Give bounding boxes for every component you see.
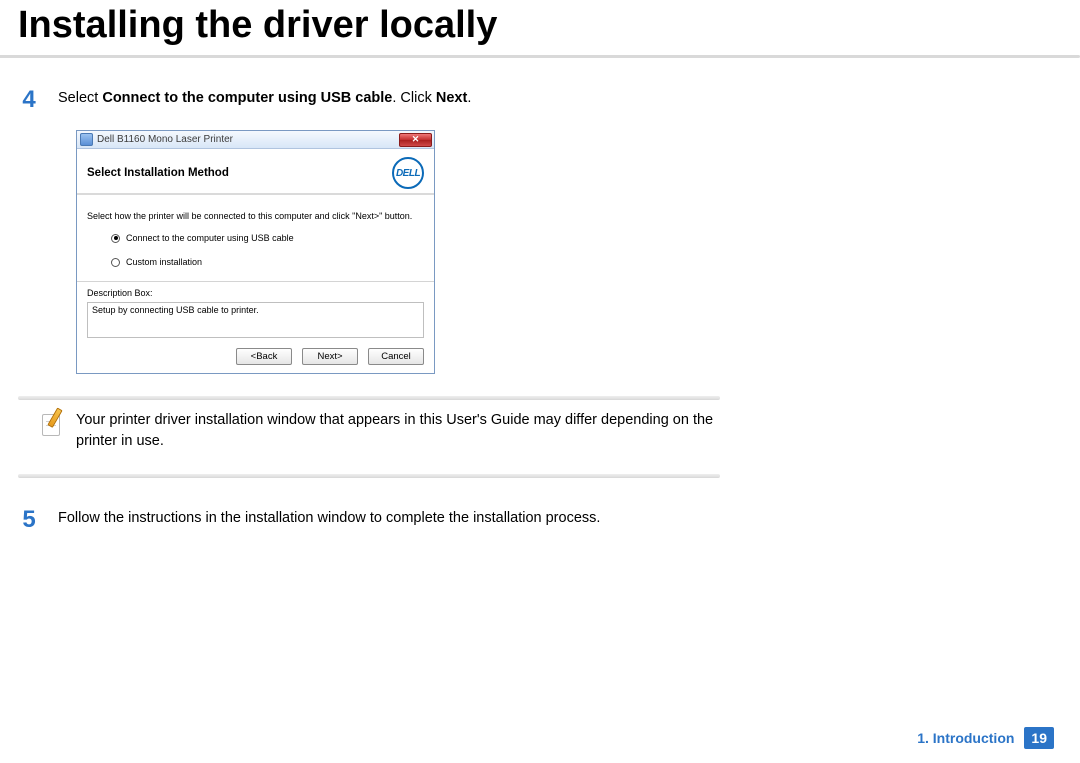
step-text: Follow the instructions in the installat… <box>58 508 720 529</box>
back-button[interactable]: <Back <box>236 348 292 365</box>
note-top-rule <box>18 396 720 400</box>
radio-custom-label: Custom installation <box>126 257 202 267</box>
step-4: 4 Select Connect to the computer using U… <box>18 88 720 112</box>
step-4-bold1: Connect to the computer using USB cable <box>102 90 392 106</box>
note-block: Your printer driver installation window … <box>18 410 720 452</box>
cancel-button[interactable]: Cancel <box>368 348 424 365</box>
step-number: 4 <box>18 88 40 112</box>
note-text: Your printer driver installation window … <box>76 410 720 452</box>
note-bottom-rule <box>18 474 720 478</box>
dialog-heading: Select Installation Method <box>87 167 229 179</box>
close-button[interactable]: ✕ <box>399 133 432 147</box>
page-title: Installing the driver locally <box>18 0 1080 55</box>
radio-custom[interactable]: Custom installation <box>111 257 424 267</box>
radio-icon <box>111 234 120 243</box>
step-5: 5 Follow the instructions in the install… <box>18 508 720 532</box>
header-divider <box>0 55 1080 58</box>
step-text: Select Connect to the computer using USB… <box>58 88 720 109</box>
step-4-bold2: Next <box>436 90 467 106</box>
next-button[interactable]: Next> <box>302 348 358 365</box>
installer-dialog: Dell B1160 Mono Laser Printer ✕ Select I… <box>76 130 435 374</box>
dialog-window-title: Dell B1160 Mono Laser Printer <box>97 134 399 145</box>
dialog-app-icon <box>80 133 93 146</box>
dialog-titlebar: Dell B1160 Mono Laser Printer ✕ <box>77 131 434 149</box>
step-number: 5 <box>18 508 40 532</box>
step-4-frag3: . <box>467 90 471 106</box>
dell-logo-icon: DELL <box>392 157 424 189</box>
description-label: Description Box: <box>87 288 424 298</box>
footer-page-number: 19 <box>1024 727 1054 749</box>
description-box: Setup by connecting USB cable to printer… <box>87 302 424 338</box>
footer-chapter: 1. Introduction <box>917 730 1014 746</box>
step-4-frag1: Select <box>58 90 102 106</box>
step-4-frag2: . Click <box>392 90 436 106</box>
note-pencil-icon <box>40 410 62 436</box>
radio-usb[interactable]: Connect to the computer using USB cable <box>111 233 424 243</box>
dialog-instruction: Select how the printer will be connected… <box>87 211 424 221</box>
radio-usb-label: Connect to the computer using USB cable <box>126 233 294 243</box>
page-footer: 1. Introduction 19 <box>917 727 1054 749</box>
radio-icon <box>111 258 120 267</box>
